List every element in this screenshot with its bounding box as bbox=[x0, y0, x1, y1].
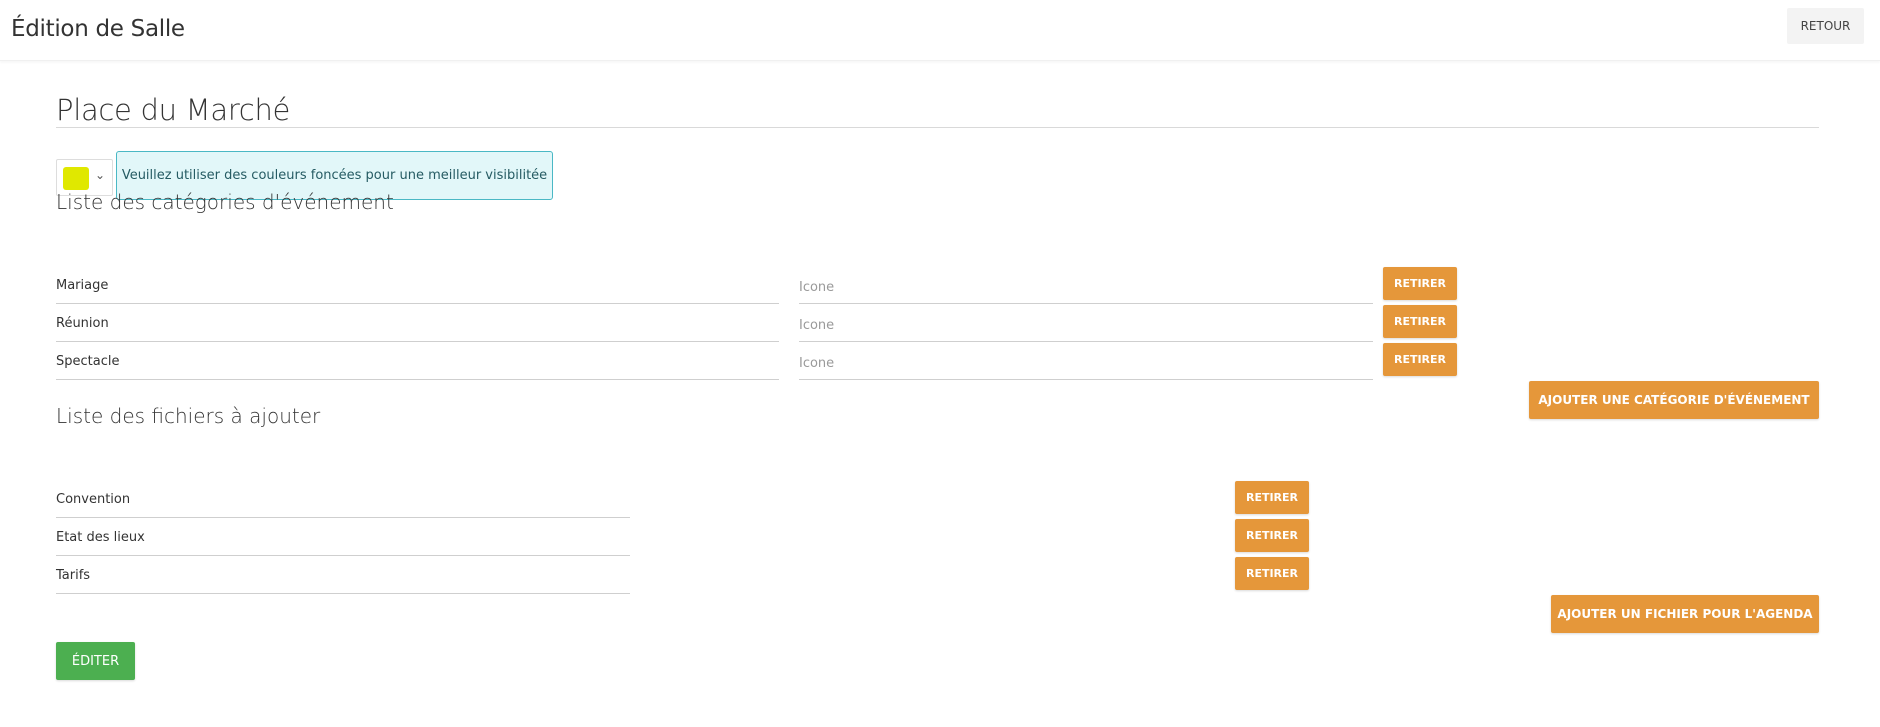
category-icon-underline bbox=[799, 379, 1373, 380]
file-name-underline bbox=[56, 517, 630, 518]
title-divider bbox=[56, 127, 1819, 128]
category-name-underline bbox=[56, 303, 779, 304]
add-category-button[interactable]: AJOUTER UNE CATÉGORIE D'ÉVÉNEMENT bbox=[1529, 381, 1819, 419]
top-bar: Édition de Salle RETOUR bbox=[0, 0, 1880, 61]
category-name: Spectacle bbox=[56, 354, 120, 369]
remove-file-button[interactable]: RETIRER bbox=[1235, 557, 1309, 590]
chevron-down-icon: ⌄ bbox=[95, 168, 106, 182]
remove-file-button[interactable]: RETIRER bbox=[1235, 481, 1309, 514]
remove-file-button[interactable]: RETIRER bbox=[1235, 519, 1309, 552]
main-content: Place du Marché ⌄ Veuillez utiliser des … bbox=[0, 62, 1880, 727]
category-name: Mariage bbox=[56, 278, 109, 293]
file-name: Tarifs bbox=[56, 568, 91, 583]
category-icon-underline bbox=[799, 341, 1373, 342]
file-name: Etat des lieux bbox=[56, 530, 145, 545]
file-name-underline bbox=[56, 555, 630, 556]
remove-category-button[interactable]: RETIRER bbox=[1383, 305, 1457, 338]
category-icon-input[interactable] bbox=[799, 351, 1373, 375]
add-file-button[interactable]: AJOUTER UN FICHIER POUR L'AGENDA bbox=[1551, 595, 1819, 633]
category-name: Réunion bbox=[56, 316, 109, 331]
category-name-underline bbox=[56, 379, 779, 380]
files-heading: Liste des fichiers à ajouter bbox=[56, 404, 321, 428]
back-button[interactable]: RETOUR bbox=[1787, 8, 1864, 44]
category-name-underline bbox=[56, 341, 779, 342]
category-icon-underline bbox=[799, 303, 1373, 304]
remove-category-button[interactable]: RETIRER bbox=[1383, 343, 1457, 376]
remove-category-button[interactable]: RETIRER bbox=[1383, 267, 1457, 300]
category-icon-input[interactable] bbox=[799, 313, 1373, 337]
app-title: Édition de Salle bbox=[11, 16, 185, 42]
edit-button[interactable]: ÉDITER bbox=[56, 642, 135, 680]
color-swatch bbox=[63, 167, 89, 190]
categories-heading: Liste des catégories d'événement bbox=[56, 190, 394, 214]
file-name: Convention bbox=[56, 492, 131, 507]
category-icon-input[interactable] bbox=[799, 275, 1373, 299]
file-name-underline bbox=[56, 593, 630, 594]
page-title: Place du Marché bbox=[56, 93, 291, 127]
